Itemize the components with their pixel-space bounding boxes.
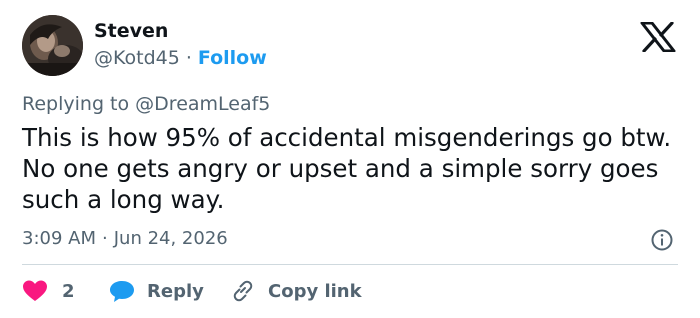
speech-bubble-icon (110, 281, 134, 302)
tweet-timestamp[interactable]: 3:09 AM · Jun 24, 2026 (22, 228, 228, 249)
follow-button[interactable]: Follow (198, 47, 267, 69)
like-button[interactable]: 2 (22, 276, 75, 306)
link-icon (233, 280, 253, 302)
author-handle[interactable]: @Kotd45 (94, 47, 180, 69)
tweet-date: Jun 24, 2026 (113, 228, 228, 249)
timestamp-separator: · (102, 228, 108, 249)
author-handle-line: @Kotd45 · Follow (94, 47, 267, 69)
like-count: 2 (62, 280, 75, 302)
tweet-time: 3:09 AM (22, 228, 96, 249)
replying-to-prefix: Replying to (22, 93, 130, 115)
reply-mention-link[interactable]: @DreamLeaf5 (135, 93, 270, 115)
author-name[interactable]: Steven (94, 20, 168, 42)
x-logo-icon[interactable] (638, 22, 678, 52)
tweet-card: Steven @Kotd45 · Follow Replying to @Dream… (0, 0, 700, 318)
avatar-image (22, 15, 83, 76)
replying-to-line: Replying to @DreamLeaf5 (22, 93, 270, 115)
tweet-text: This is how 95% of accidental misgenderi… (22, 123, 672, 214)
avatar[interactable] (22, 15, 83, 76)
heart-icon (23, 280, 47, 301)
divider (22, 264, 678, 265)
handle-separator: · (185, 47, 192, 69)
copy-link-label: Copy link (268, 280, 362, 302)
info-icon[interactable] (650, 228, 674, 252)
copy-link-button[interactable]: Copy link (230, 276, 362, 306)
reply-label: Reply (147, 280, 204, 302)
reply-button[interactable]: Reply (109, 276, 204, 306)
